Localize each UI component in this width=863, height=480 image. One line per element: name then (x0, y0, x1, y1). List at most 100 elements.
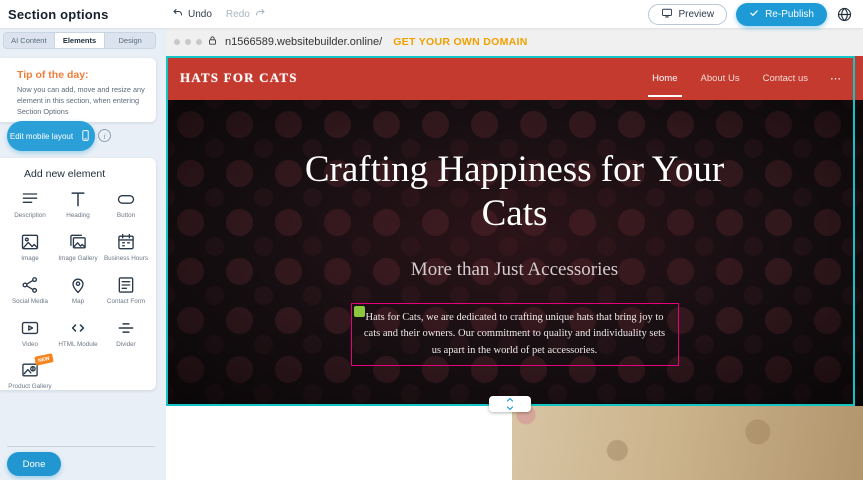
heading-icon (68, 189, 88, 209)
topbar-actions: Preview Re-Publish (648, 3, 863, 26)
phone-icon (79, 129, 92, 144)
element-description[interactable]: Description (6, 189, 54, 220)
site-logo[interactable]: HATS FOR CATS (180, 70, 298, 86)
preview-button[interactable]: Preview (648, 4, 728, 25)
redo-label: Redo (226, 9, 250, 20)
element-label: Social Media (12, 298, 48, 306)
done-button[interactable]: Done (7, 452, 61, 476)
image-gallery-icon (68, 232, 88, 252)
element-heading[interactable]: Heading (54, 189, 102, 220)
get-domain-link[interactable]: GET YOUR OWN DOMAIN (393, 36, 527, 48)
nav-active-underline (648, 95, 681, 97)
nav-about-us[interactable]: About Us (700, 70, 741, 87)
tab-elements[interactable]: Elements (55, 33, 106, 48)
element-social-media[interactable]: Social Media (6, 275, 54, 306)
element-product-gallery[interactable]: NEW Product Gallery (6, 360, 54, 391)
nav-home[interactable]: Home (651, 70, 678, 87)
info-icon[interactable]: i (98, 129, 111, 142)
element-label: Business Hours (104, 255, 148, 263)
element-label: Map (72, 298, 84, 306)
sidebar-tabs: AI Content Elements Design (3, 32, 156, 49)
element-label: Button (117, 212, 135, 220)
hero-title[interactable]: Crafting Happiness for Your Cats (300, 148, 730, 237)
undo-icon (172, 7, 184, 22)
edit-mobile-label: Edit mobile layout (10, 132, 73, 141)
globe-icon[interactable] (836, 6, 853, 23)
site-preview: HATS FOR CATS Home About Us Contact us ⋯ (166, 56, 863, 406)
social-media-icon (20, 275, 40, 295)
product-gallery-icon: NEW (20, 360, 40, 380)
redo-button[interactable]: Redo (226, 7, 266, 22)
button-icon (116, 189, 136, 209)
browser-dot (174, 39, 180, 45)
add-element-panel: Add new element Description Heading (0, 158, 156, 390)
element-button[interactable]: Button (102, 189, 150, 220)
redo-icon (254, 7, 266, 22)
image-icon (20, 232, 40, 252)
element-label: Divider (116, 341, 136, 349)
hero-paragraph-selected[interactable]: Hats for Cats, we are dedicated to craft… (351, 303, 679, 366)
video-icon (20, 318, 40, 338)
preview-area: n1566589.websitebuilder.online/ GET YOUR… (166, 28, 863, 480)
element-label: Product Gallery (8, 383, 51, 391)
app-root: Section options Undo Redo Preview (0, 0, 863, 480)
tip-body: Now you can add, move and resize any ele… (17, 85, 147, 118)
browser-bar: n1566589.websitebuilder.online/ GET YOUR… (166, 28, 863, 56)
page-title: Section options (0, 7, 109, 22)
preview-label: Preview (679, 9, 715, 20)
nav-contact-us[interactable]: Contact us (762, 70, 809, 87)
element-business-hours[interactable]: Business Hours (102, 232, 150, 263)
code-icon (68, 318, 88, 338)
business-hours-icon (116, 232, 136, 252)
topbar: Section options Undo Redo Preview (0, 0, 863, 28)
sidebar: AI Content Elements Design Tip of the da… (0, 28, 166, 480)
element-label: Heading (66, 212, 89, 220)
republish-button[interactable]: Re-Publish (736, 3, 827, 26)
hero-subtitle[interactable]: More than Just Accessories (411, 259, 618, 281)
element-label: Image Gallery (58, 255, 97, 263)
monitor-icon (661, 7, 673, 22)
element-divider[interactable]: Divider (102, 318, 150, 349)
tab-design[interactable]: Design (105, 33, 155, 48)
element-label: Contact Form (107, 298, 145, 306)
hero-paragraph-text: Hats for Cats, we are dedicated to craft… (364, 312, 665, 356)
undo-redo-group: Undo Redo (172, 7, 266, 22)
element-contact-form[interactable]: Contact Form (102, 275, 150, 306)
undo-label: Undo (188, 9, 212, 20)
element-label: Description (14, 212, 46, 220)
element-label: Video (22, 341, 38, 349)
element-label: HTML Module (58, 341, 97, 349)
element-html-module[interactable]: HTML Module (54, 318, 102, 349)
section-resize-handle[interactable] (489, 396, 531, 412)
element-image-gallery[interactable]: Image Gallery (54, 232, 102, 263)
element-label: Image (21, 255, 39, 263)
next-section-photo (512, 406, 863, 480)
tab-ai-content[interactable]: AI Content (4, 33, 55, 48)
element-grid: Description Heading Button (0, 189, 156, 391)
contact-form-icon (116, 275, 136, 295)
hero-section: Crafting Happiness for Your Cats More th… (166, 100, 863, 406)
text-element-icon (354, 306, 365, 317)
element-video[interactable]: Video (6, 318, 54, 349)
undo-button[interactable]: Undo (172, 7, 212, 22)
element-map[interactable]: Map (54, 275, 102, 306)
element-image[interactable]: Image (6, 232, 54, 263)
nav-label: Home (652, 73, 677, 84)
sidebar-divider (7, 446, 155, 447)
new-badge: NEW (35, 354, 54, 366)
description-icon (20, 189, 40, 209)
nav-label: About Us (701, 73, 740, 84)
check-icon (749, 8, 759, 21)
map-pin-icon (68, 275, 88, 295)
nav-more-icon[interactable]: ⋯ (830, 72, 841, 85)
site-nav: Home About Us Contact us ⋯ (651, 70, 841, 87)
nav-label: Contact us (763, 73, 808, 84)
browser-dot (185, 39, 191, 45)
site-header: HATS FOR CATS Home About Us Contact us ⋯ (166, 56, 863, 100)
add-element-title: Add new element (0, 168, 156, 180)
next-section (166, 406, 863, 480)
edit-mobile-layout-button[interactable]: Edit mobile layout (7, 121, 95, 151)
tip-card: Tip of the day: Now you can add, move an… (0, 58, 156, 122)
tip-title: Tip of the day: (17, 69, 148, 81)
divider-icon (116, 318, 136, 338)
